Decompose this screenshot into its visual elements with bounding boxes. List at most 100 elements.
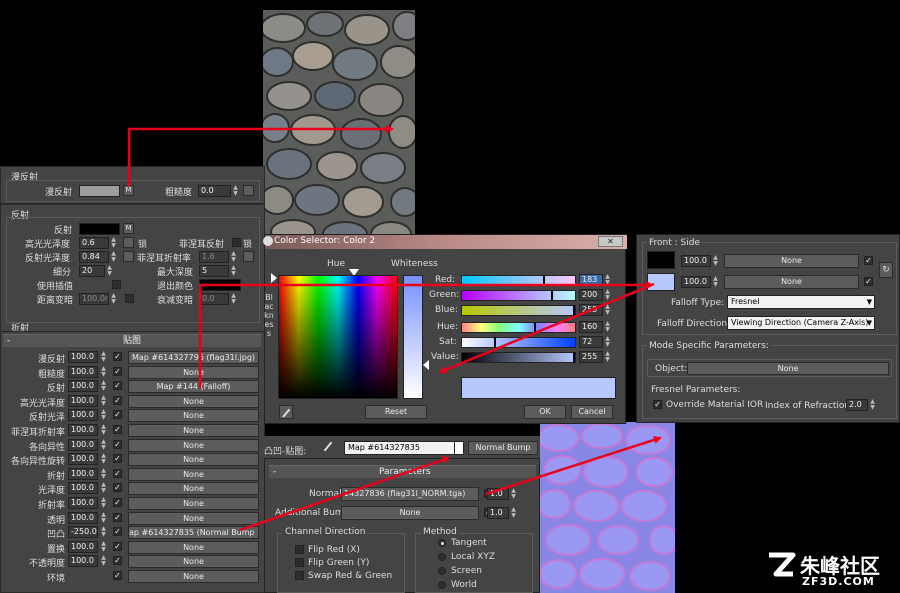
value-spinner[interactable]: ▲ ▼ [604, 351, 611, 363]
object-pick-button[interactable]: None [687, 362, 889, 375]
reflect-map-button[interactable]: M [123, 223, 134, 234]
hilight-gloss-input[interactable]: 0.6 [79, 237, 109, 249]
map-row-enable-checkbox[interactable]: ✓ [113, 542, 122, 551]
diffuse-color-swatch[interactable] [79, 185, 120, 197]
map-row-amount-spinner[interactable]: ▲ ▼ [100, 555, 107, 567]
map-row-amount-input[interactable]: 100.0 [68, 497, 98, 509]
map-row-amount-input[interactable]: 100.0 [68, 453, 98, 465]
map-row-amount-spinner[interactable]: ▲ ▼ [100, 497, 107, 509]
front-map-button[interactable]: None [724, 254, 859, 268]
hue-slider[interactable] [461, 322, 576, 333]
eyedropper-button[interactable] [279, 405, 293, 419]
map-row-amount-spinner[interactable]: ▲ ▼ [100, 482, 107, 494]
fresnel-reflect-checkbox[interactable] [232, 238, 241, 247]
map-row-amount-input[interactable]: 100.0 [68, 439, 98, 451]
subdivs-input[interactable]: 20 [79, 265, 105, 277]
map-row-amount-spinner[interactable]: ▲ ▼ [100, 468, 107, 480]
flip-red-checkbox[interactable] [295, 545, 304, 554]
dim-falloff-input[interactable]: 0.0 [199, 293, 229, 305]
normal-amount-input[interactable]: 1.0 [487, 488, 509, 500]
additional-amount-input[interactable]: 1.0 [487, 507, 509, 519]
parameters-rollout-header[interactable]: - Parameters [269, 465, 536, 478]
falloff-direction-select[interactable]: Viewing Direction (Camera Z-Axis) ▼ [727, 316, 875, 330]
map-row-map-button[interactable]: None [128, 570, 259, 583]
hue-input[interactable]: 160 [579, 321, 603, 333]
max-depth-input[interactable]: 5 [199, 265, 229, 277]
map-row-amount-spinner[interactable]: ▲ ▼ [100, 439, 107, 451]
ior-input[interactable]: 2.0 [846, 399, 868, 411]
map-row-amount-spinner[interactable]: ▲ ▼ [100, 395, 107, 407]
sat-slider[interactable] [461, 337, 576, 348]
screen-radio[interactable] [438, 567, 446, 575]
map-row-enable-checkbox[interactable]: ✓ [113, 425, 122, 434]
map-row-map-button[interactable]: None [128, 541, 259, 554]
front-amount-spinner[interactable]: ▲ ▼ [712, 255, 719, 267]
map-row-enable-checkbox[interactable]: ✓ [113, 440, 122, 449]
green-slider[interactable] [461, 290, 576, 301]
reflect-gloss-map-button[interactable] [123, 251, 134, 262]
map-row-enable-checkbox[interactable]: ✓ [113, 381, 122, 390]
local-xyz-radio[interactable] [438, 553, 446, 561]
color-selector-titlebar[interactable]: Color Selector: Color 2 ✕ [263, 235, 627, 249]
red-slider[interactable] [461, 275, 576, 286]
override-ior-checkbox[interactable]: ✓ [653, 400, 662, 409]
map-row-amount-spinner[interactable]: ▲ ▼ [100, 424, 107, 436]
hilight-gloss-spinner[interactable]: ▲ ▼ [110, 237, 117, 249]
reset-button[interactable]: Reset [365, 405, 427, 419]
bump-map-name-input[interactable]: Map #614327835 [344, 441, 464, 455]
bump-type-button[interactable]: Normal Bump [468, 441, 538, 455]
dim-distance-checkbox[interactable] [125, 294, 134, 303]
map-row-amount-input[interactable]: 100.0 [68, 468, 98, 480]
dim-falloff-spinner[interactable]: ▲ ▼ [230, 293, 237, 305]
map-row-amount-spinner[interactable]: ▲ ▼ [100, 380, 107, 392]
side-map-checkbox[interactable]: ✓ [864, 277, 873, 286]
map-row-amount-input[interactable]: 100.0 [68, 395, 98, 407]
roughness-map-button[interactable] [243, 185, 254, 196]
map-row-enable-checkbox[interactable]: ✓ [113, 483, 122, 492]
additional-bump-button[interactable]: None [341, 506, 479, 520]
map-row-amount-spinner[interactable]: ▲ ▼ [100, 526, 107, 538]
falloff-type-select[interactable]: Fresnel ▼ [727, 295, 875, 309]
map-row-enable-checkbox[interactable]: ✓ [113, 498, 122, 507]
map-row-map-button[interactable]: ap #614327835 (Normal Bump ) [128, 526, 259, 539]
value-slider[interactable] [461, 352, 576, 363]
normal-map-button[interactable]: 14327836 (flag31l_NORM.tga) [341, 487, 479, 501]
tangent-radio[interactable] [438, 539, 446, 547]
use-interp-checkbox[interactable] [112, 280, 121, 289]
map-row-amount-input[interactable]: 100.0 [68, 424, 98, 436]
sat-spinner[interactable]: ▲ ▼ [604, 336, 611, 348]
side-amount-input[interactable]: 100.0 [681, 276, 711, 288]
blue-slider[interactable] [461, 305, 576, 316]
map-row-amount-input[interactable]: 100.0 [68, 555, 98, 567]
ior-spinner[interactable]: ▲ ▼ [869, 399, 876, 411]
red-spinner[interactable]: ▲ ▼ [604, 274, 611, 286]
map-row-map-button[interactable]: None [128, 366, 259, 379]
map-row-amount-spinner[interactable]: ▲ ▼ [100, 512, 107, 524]
roughness-spinner[interactable]: ▲ ▼ [232, 185, 239, 197]
front-map-checkbox[interactable]: ✓ [864, 256, 873, 265]
map-row-enable-checkbox[interactable]: ✓ [113, 527, 122, 536]
map-row-amount-spinner[interactable]: ▲ ▼ [100, 541, 107, 553]
whiteness-bar[interactable] [403, 275, 423, 399]
subdivs-spinner[interactable]: ▲ ▼ [106, 265, 113, 277]
hilight-gloss-map-button[interactable] [123, 237, 134, 248]
map-row-enable-checkbox[interactable]: ✓ [113, 367, 122, 376]
map-row-amount-input[interactable]: 100.0 [68, 482, 98, 494]
map-row-enable-checkbox[interactable]: ✓ [113, 454, 122, 463]
map-row-map-button[interactable]: None [128, 497, 259, 510]
sat-input[interactable]: 72 [579, 336, 603, 348]
additional-amount-spinner[interactable]: ▲ ▼ [510, 507, 517, 519]
map-row-amount-input[interactable]: 100.0 [68, 541, 98, 553]
ok-button[interactable]: OK [524, 405, 566, 419]
map-row-amount-input[interactable]: 100.0 [68, 351, 98, 363]
diffuse-map-button[interactable]: M [123, 185, 134, 196]
map-row-amount-input[interactable]: -250.0 [68, 526, 98, 538]
flip-green-checkbox[interactable] [295, 558, 304, 567]
map-row-enable-checkbox[interactable]: ✓ [113, 513, 122, 522]
hue-blackness-field[interactable] [278, 275, 398, 399]
map-row-amount-spinner[interactable]: ▲ ▼ [100, 409, 107, 421]
map-row-amount-input[interactable]: 100.0 [68, 366, 98, 378]
close-button[interactable]: ✕ [598, 236, 623, 247]
map-row-map-button[interactable]: None [128, 439, 259, 452]
blue-spinner[interactable]: ▲ ▼ [604, 304, 611, 316]
